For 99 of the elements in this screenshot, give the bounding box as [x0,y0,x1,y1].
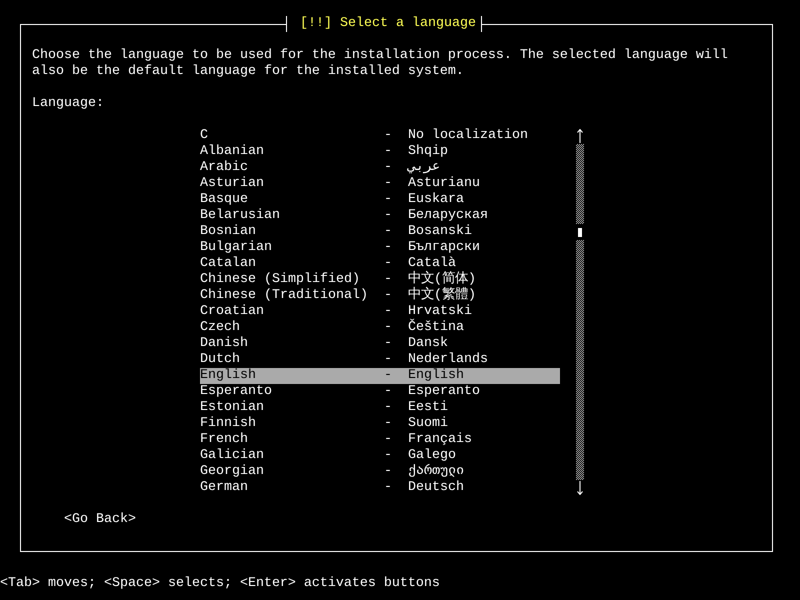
language-name: Estonian [200,400,265,416]
native-language-name: Euskara [408,192,464,208]
language-option[interactable]: French - Français [200,432,560,448]
language-option[interactable]: Esperanto - Esperanto [200,384,560,400]
native-language-name: Asturianu [408,176,480,192]
language-name: Georgian [200,464,265,480]
separator-dash: - [384,384,393,400]
language-name: Croatian [200,304,265,320]
language-name: Dutch [200,352,241,368]
language-option[interactable]: Croatian - Hrvatski [200,304,560,320]
language-option[interactable]: Asturian - Asturianu [200,176,560,192]
language-name: Albanian [200,144,265,160]
language-option[interactable]: C - No localization [200,128,560,144]
native-language-name: عربي [408,160,440,176]
native-language-name: Français [408,432,472,448]
native-language-name: No localization [408,128,528,144]
language-name: Galician [200,448,265,464]
separator-dash: - [384,176,393,192]
language-option[interactable]: Georgian - ქართული [200,464,560,480]
native-language-name: Nederlands [408,352,488,368]
separator-dash: - [384,352,393,368]
native-language-name: English [408,368,464,384]
separator-dash: - [384,208,393,224]
native-language-name: Eesti [408,400,448,416]
separator-dash: - [384,448,393,464]
language-option[interactable]: Estonian - Eesti [200,400,560,416]
language-name: Asturian [200,176,265,192]
language-name: French [200,432,249,448]
native-language-name: 中文(简体) [408,272,476,287]
separator-dash: - [384,272,393,288]
native-language-name: 中文(繁體) [408,288,476,304]
language-name: C [200,128,209,144]
language-option[interactable]: Finnish - Suomi [200,416,560,432]
language-option[interactable]: German - Deutsch [200,480,560,496]
language-name: Belarusian [200,208,281,224]
separator-dash: - [384,240,393,256]
language-option[interactable]: Belarusian - Беларуская [200,208,560,224]
native-language-name: Suomi [408,416,448,432]
language-option[interactable]: Czech - Čeština [200,320,560,336]
separator-dash: - [384,320,393,336]
separator-dash: - [384,480,393,496]
scroll-down-arrow-icon [577,481,583,495]
native-language-name: Hrvatski [408,304,472,319]
scrollbar-thumb [576,224,584,240]
language-name: Chinese (Traditional) [200,288,369,304]
separator-dash: - [384,128,393,144]
language-name: Czech [200,320,241,336]
separator-dash: - [384,464,393,480]
native-language-name: Català [408,256,456,271]
go-back-button[interactable]: <Go Back> [64,512,136,528]
separator-dash: - [384,304,393,320]
language-name: Esperanto [200,384,273,400]
language-name: Bosnian [200,224,257,240]
separator-dash: - [384,144,393,160]
native-language-name: Dansk [408,336,448,352]
separator-dash: - [384,416,393,432]
language-option[interactable]: Bulgarian - Български [200,240,560,256]
dialog-title: [!!] Select a language [286,16,482,32]
language-option[interactable]: Dutch - Nederlands [200,352,560,368]
language-name: German [200,480,249,496]
language-name: Finnish [200,416,257,432]
separator-dash: - [384,192,393,208]
list-label: Language: [32,96,105,112]
scroll-up-arrow-icon [577,129,583,143]
native-language-name: Беларуская [408,208,488,224]
language-option[interactable]: Galician - Galego [200,448,560,464]
language-name: Danish [200,336,249,352]
language-name: Catalan [200,256,257,272]
language-name: Bulgarian [200,240,273,256]
native-language-name: Galego [408,448,456,464]
language-option[interactable]: Danish - Dansk [200,336,560,352]
separator-dash: - [384,336,393,352]
native-language-name: Esperanto [408,384,480,400]
native-language-name: Čeština [408,320,464,336]
language-name: Arabic [200,160,249,176]
separator-dash: - [384,160,393,176]
native-language-name: ქართული [408,464,464,480]
keyboard-help-text: <Tab> moves; <Space> selects; <Enter> activates buttons [0,576,441,592]
language-name: English [200,368,257,384]
language-option[interactable]: Catalan - Català [200,256,560,272]
language-option[interactable]: Bosnian - Bosanski [200,224,560,240]
language-option[interactable]: Basque - Euskara [200,192,560,208]
separator-dash: - [384,368,393,384]
separator-dash: - [384,224,393,240]
separator-dash: - [384,400,393,416]
language-option[interactable]: Chinese (Traditional) - 中文(繁體) [200,288,560,304]
language-name: Basque [200,192,249,208]
native-language-name: Shqip [408,144,448,160]
language-option[interactable]: English - English [200,368,560,384]
language-option[interactable]: Albanian - Shqip [200,144,560,160]
native-language-name: Bosanski [408,224,472,240]
separator-dash: - [384,256,393,272]
separator-dash: - [384,432,393,448]
language-option[interactable]: Chinese (Simplified) - 中文(简体) [200,272,560,288]
language-name: Chinese (Simplified) [200,272,361,288]
instruction-text: Choose the language to be used for the installation process. The selected language will also be the default language for the installed system. [32,48,729,80]
separator-dash: - [384,288,393,304]
native-language-name: Deutsch [408,480,464,496]
native-language-name: Български [408,240,480,256]
